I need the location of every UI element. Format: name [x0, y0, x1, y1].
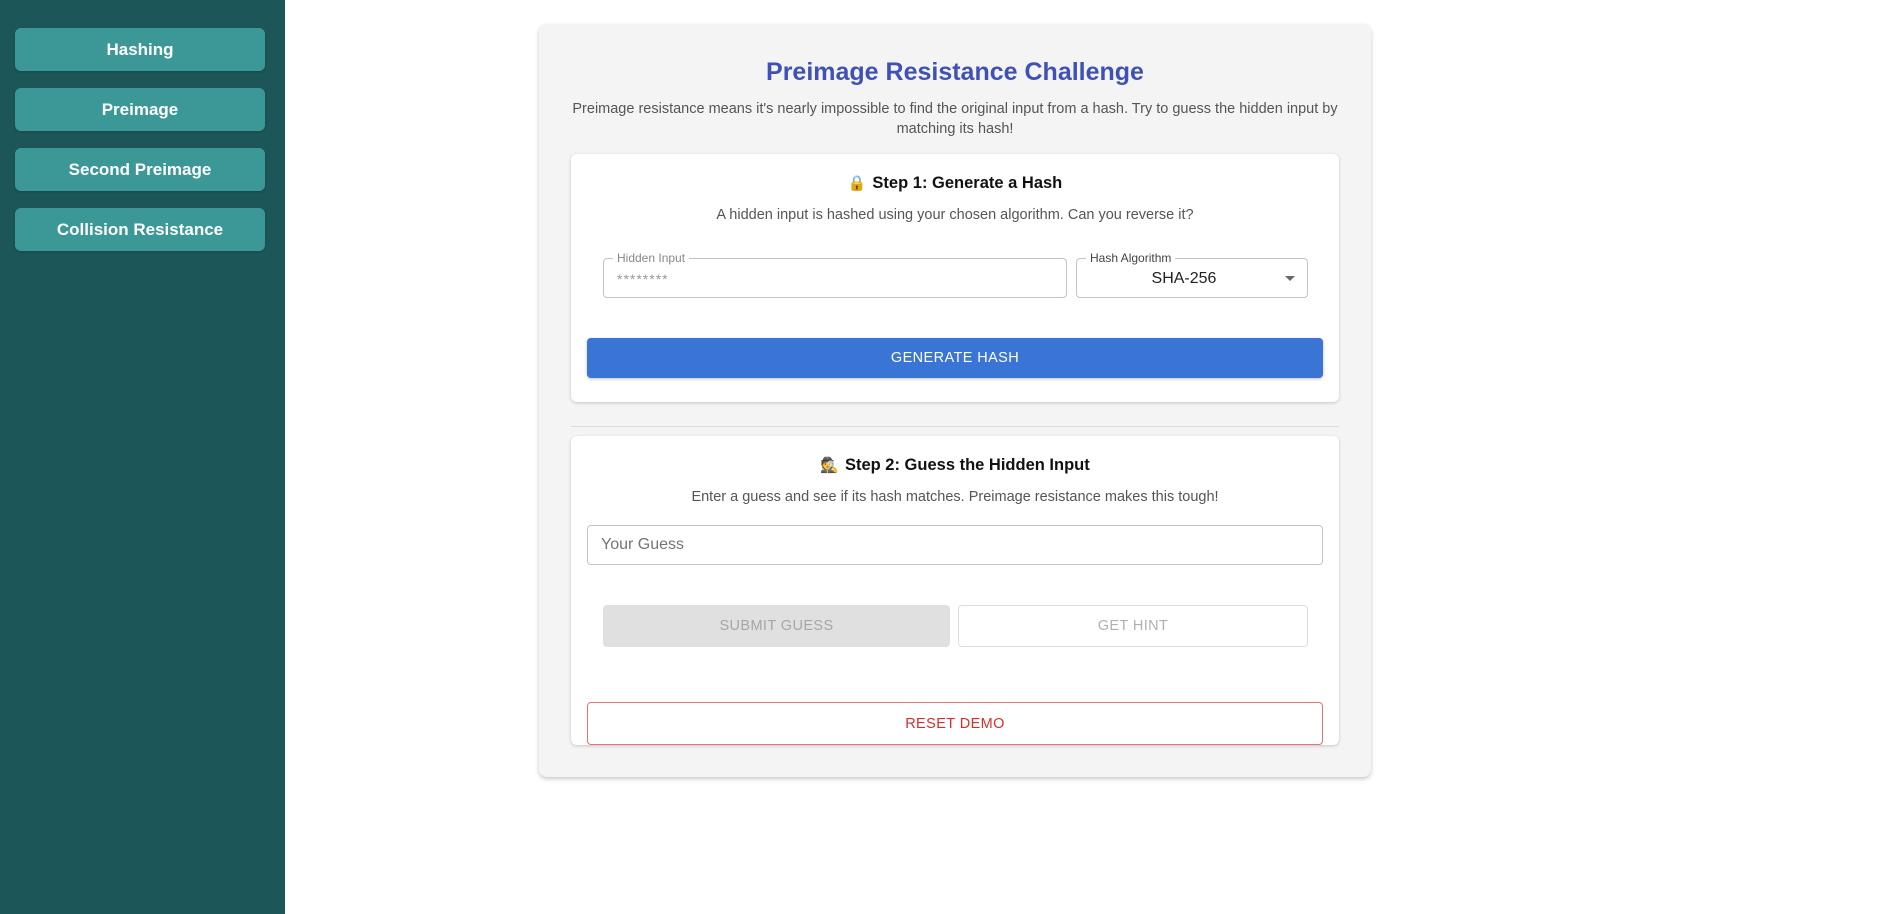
submit-guess-button[interactable]: SUBMIT GUESS — [603, 605, 950, 647]
submit-guess-label: SUBMIT GUESS — [719, 618, 834, 634]
sidebar-item-collision-resistance[interactable]: Collision Resistance — [15, 208, 265, 251]
lock-icon: 🔒 — [847, 175, 867, 192]
reset-demo-button[interactable]: RESET DEMO — [587, 702, 1323, 745]
sidebar-item-preimage[interactable]: Preimage — [15, 88, 265, 131]
challenge-card: Preimage Resistance Challenge Preimage r… — [539, 24, 1371, 777]
step2-heading: 🕵 Step 2: Guess the Hidden Input — [571, 456, 1339, 475]
generate-hash-label: GENERATE HASH — [890, 350, 1020, 366]
step1-heading: 🔒 Step 1: Generate a Hash — [571, 174, 1339, 193]
step1-description: A hidden input is hashed using your chos… — [716, 207, 1194, 223]
generate-hash-button[interactable]: GENERATE HASH — [587, 338, 1323, 378]
hidden-input-label: Hidden Input — [613, 251, 690, 265]
page-title: Preimage Resistance Challenge — [766, 58, 1144, 86]
step1-title: Step 1: Generate a Hash — [872, 174, 1063, 192]
step2-description: Enter a guess and see if its hash matche… — [691, 489, 1219, 505]
get-hint-label: GET HINT — [1097, 618, 1169, 634]
hidden-input-value: ******** — [617, 271, 669, 287]
sidebar-item-label: Second Preimage — [68, 159, 212, 179]
step1-card: 🔒 Step 1: Generate a Hash A hidden input … — [571, 154, 1339, 402]
hash-algorithm-label: Hash Algorithm — [1086, 251, 1176, 265]
step2-card: 🕵 Step 2: Guess the Hidden Input Enter a … — [571, 436, 1339, 745]
hash-algorithm-select[interactable]: Hash Algorithm SHA-256 — [1076, 251, 1308, 298]
sidebar-item-label: Collision Resistance — [56, 219, 224, 239]
sidebar-item-label: Hashing — [106, 39, 174, 59]
guess-input[interactable] — [587, 525, 1323, 565]
detective-icon: 🕵 — [820, 457, 839, 474]
sidebar-item-label: Preimage — [101, 99, 179, 119]
reset-demo-label: RESET DEMO — [905, 715, 1005, 732]
chevron-down-icon — [1285, 276, 1295, 281]
get-hint-button[interactable]: GET HINT — [958, 605, 1308, 647]
hidden-input-field[interactable]: Hidden Input ******** — [603, 251, 1067, 298]
step2-title: Step 2: Guess the Hidden Input — [844, 456, 1090, 474]
page-intro: Preimage resistance means it's nearly im… — [572, 101, 1338, 137]
sidebar-item-hashing[interactable]: Hashing — [15, 28, 265, 71]
hash-algorithm-value: SHA-256 — [1151, 270, 1217, 287]
section-divider — [571, 426, 1339, 427]
sidebar: Hashing Preimage Second Preimage Collisi… — [0, 0, 285, 914]
sidebar-item-second-preimage[interactable]: Second Preimage — [15, 148, 265, 191]
